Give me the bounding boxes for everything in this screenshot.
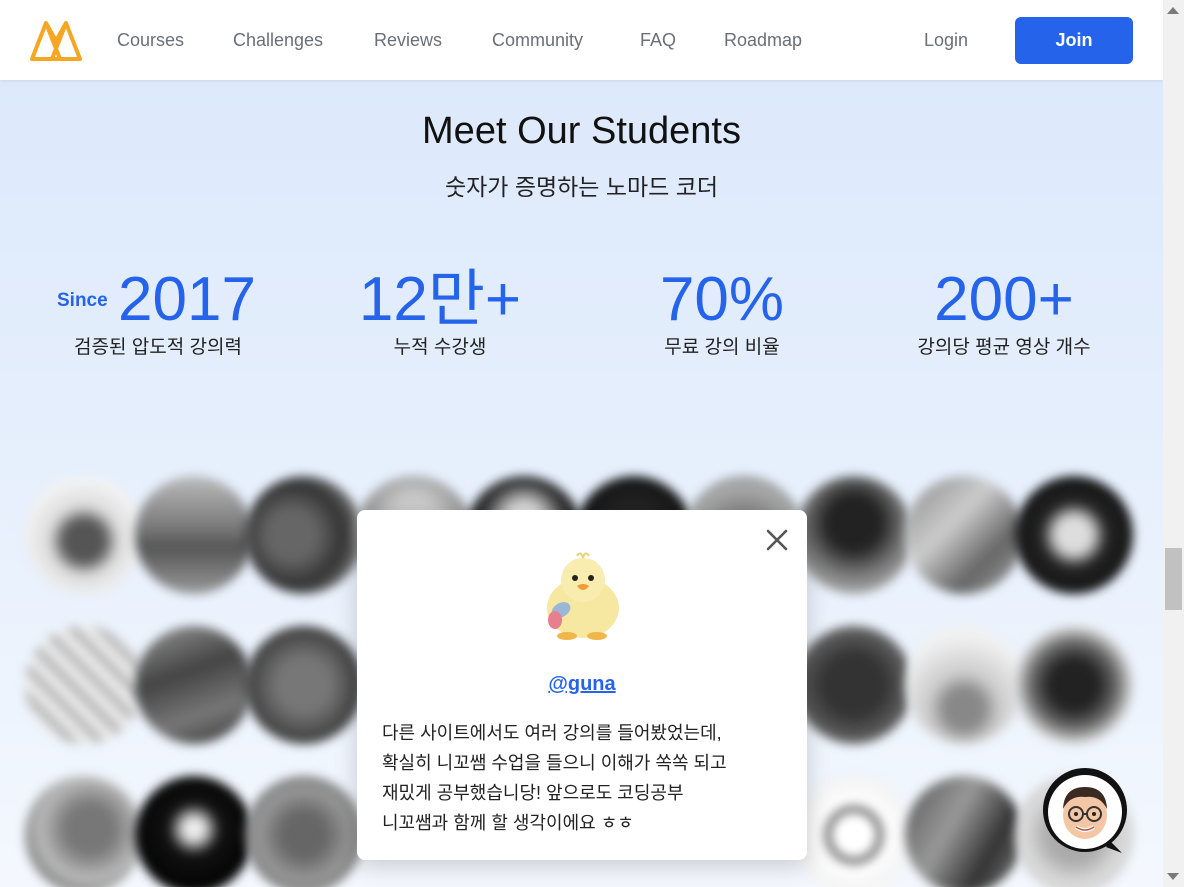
student-avatar[interactable] xyxy=(795,776,913,887)
stat-since: 2017 검증된 압도적 강의력 xyxy=(68,264,256,359)
student-avatar[interactable] xyxy=(135,476,253,594)
student-avatar[interactable] xyxy=(135,776,253,887)
student-avatar[interactable] xyxy=(245,476,363,594)
stat-label: 검증된 압도적 강의력 xyxy=(74,337,242,358)
stat-label: 누적 수강생 xyxy=(393,337,487,358)
nav-roadmap[interactable]: Roadmap xyxy=(724,30,802,51)
stat-label: 강의당 평균 영상 개수 xyxy=(917,337,1091,358)
scrollbar[interactable] xyxy=(1163,0,1184,887)
student-avatar[interactable] xyxy=(1015,476,1133,594)
review-text-line: 재밌게 공부했습니당! 앞으로도 코딩공부 xyxy=(382,783,684,803)
nav-courses[interactable]: Courses xyxy=(117,30,184,51)
review-text-line: 니꼬쌤과 함께 할 생각이에요 ㅎㅎ xyxy=(382,813,634,833)
review-author-link[interactable]: @guna xyxy=(357,673,807,696)
student-avatar[interactable] xyxy=(25,476,143,594)
student-avatar[interactable] xyxy=(905,776,1023,887)
student-avatar[interactable] xyxy=(795,626,913,744)
stat-value: 12만+ xyxy=(358,265,522,334)
student-avatar[interactable] xyxy=(245,626,363,744)
student-avatar[interactable] xyxy=(135,626,253,744)
logo-icon[interactable] xyxy=(30,19,82,61)
section-title: Meet Our Students xyxy=(422,110,741,152)
chick-avatar-icon xyxy=(547,552,619,640)
student-avatar[interactable] xyxy=(905,476,1023,594)
login-link[interactable]: Login xyxy=(924,30,968,51)
scroll-down-arrow-icon[interactable] xyxy=(1167,873,1179,880)
review-text-line: 다른 사이트에서도 여러 강의를 들어봤었는데, xyxy=(382,723,722,743)
chat-avatar-icon[interactable] xyxy=(1040,767,1130,857)
join-button[interactable]: Join xyxy=(1015,17,1133,64)
review-text-line: 확실히 니꼬쌤 수업을 들으니 이해가 쏙쏙 되고 xyxy=(382,753,727,773)
student-avatar[interactable] xyxy=(25,776,143,887)
stat-students: 12만+ 누적 수강생 xyxy=(340,264,540,359)
stat-label: 무료 강의 비율 xyxy=(664,337,780,358)
nav-faq[interactable]: FAQ xyxy=(640,30,676,51)
stat-value: 70% xyxy=(659,265,785,334)
student-avatar[interactable] xyxy=(795,476,913,594)
page: Courses Challenges Reviews Community FAQ… xyxy=(0,0,1163,887)
scroll-up-arrow-icon[interactable] xyxy=(1167,7,1179,14)
nav-reviews[interactable]: Reviews xyxy=(374,30,442,51)
student-avatar[interactable] xyxy=(245,776,363,887)
stat-free-ratio: 70% 무료 강의 비율 xyxy=(622,264,822,359)
student-avatar[interactable] xyxy=(905,626,1023,744)
nav-community[interactable]: Community xyxy=(492,30,583,51)
student-avatar[interactable] xyxy=(1015,626,1133,744)
scrollbar-thumb[interactable] xyxy=(1165,548,1182,610)
top-nav: Courses Challenges Reviews Community FAQ… xyxy=(0,0,1163,80)
student-avatar[interactable] xyxy=(25,626,143,744)
stat-value: 200+ xyxy=(934,265,1074,334)
section-subtitle: 숫자가 증명하는 노마드 코더 xyxy=(444,174,719,200)
close-icon[interactable] xyxy=(762,525,792,555)
stat-videos: 200+ 강의당 평균 영상 개수 xyxy=(904,264,1104,359)
nav-challenges[interactable]: Challenges xyxy=(233,30,323,51)
stat-value: 2017 xyxy=(118,265,256,334)
